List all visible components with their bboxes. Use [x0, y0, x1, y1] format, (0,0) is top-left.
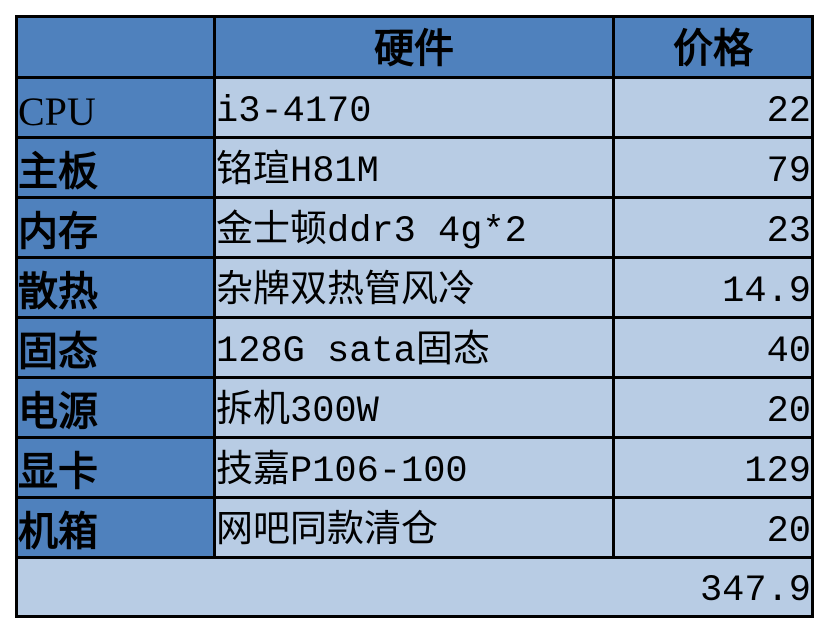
- category-cell[interactable]: CPU: [15, 76, 216, 139]
- table-row: 主板 铭瑄H81M 79: [15, 136, 814, 199]
- header-cell-category[interactable]: [15, 15, 216, 79]
- category-cell[interactable]: 固态: [15, 316, 216, 379]
- hardware-cell[interactable]: i3-4170: [213, 76, 615, 139]
- hardware-cell[interactable]: 拆机300W: [213, 376, 615, 439]
- category-cell[interactable]: 散热: [15, 256, 216, 319]
- table-row: CPU i3-4170 22: [15, 76, 814, 139]
- price-cell[interactable]: 20: [612, 496, 814, 559]
- category-cell[interactable]: 内存: [15, 196, 216, 259]
- price-cell[interactable]: 23: [612, 196, 814, 259]
- table-row: 内存 金士顿ddr3 4g*2 23: [15, 196, 814, 259]
- table-row: 散热 杂牌双热管风冷 14.9: [15, 256, 814, 319]
- price-cell[interactable]: 79: [612, 136, 814, 199]
- price-cell[interactable]: 22: [612, 76, 814, 139]
- category-cell[interactable]: 显卡: [15, 436, 216, 499]
- hardware-cell[interactable]: 金士顿ddr3 4g*2: [213, 196, 615, 259]
- hardware-cell[interactable]: 铭瑄H81M: [213, 136, 615, 199]
- hardware-cell[interactable]: 128G sata固态: [213, 316, 615, 379]
- price-cell[interactable]: 20: [612, 376, 814, 439]
- hardware-cell[interactable]: 杂牌双热管风冷: [213, 256, 615, 319]
- header-cell-hardware[interactable]: 硬件: [213, 15, 615, 79]
- hardware-price-table: 硬件 价格 CPU i3-4170 22 主板 铭瑄H81M 79 内存 金士顿…: [15, 15, 814, 618]
- table-row: 机箱 网吧同款清仓 20: [15, 496, 814, 559]
- hardware-cell[interactable]: 技嘉P106-100: [213, 436, 615, 499]
- table-row: 电源 拆机300W 20: [15, 376, 814, 439]
- hardware-cell[interactable]: 网吧同款清仓: [213, 496, 615, 559]
- header-row: 硬件 价格: [15, 15, 814, 79]
- category-cell[interactable]: 主板: [15, 136, 216, 199]
- table-row: 显卡 技嘉P106-100 129: [15, 436, 814, 499]
- total-cell[interactable]: 347.9: [15, 556, 814, 618]
- category-cell[interactable]: 机箱: [15, 496, 216, 559]
- table-row: 固态 128G sata固态 40: [15, 316, 814, 379]
- price-cell[interactable]: 129: [612, 436, 814, 499]
- price-cell[interactable]: 40: [612, 316, 814, 379]
- header-cell-price[interactable]: 价格: [612, 15, 814, 79]
- price-cell[interactable]: 14.9: [612, 256, 814, 319]
- category-cell[interactable]: 电源: [15, 376, 216, 439]
- total-row: 347.9: [15, 556, 814, 618]
